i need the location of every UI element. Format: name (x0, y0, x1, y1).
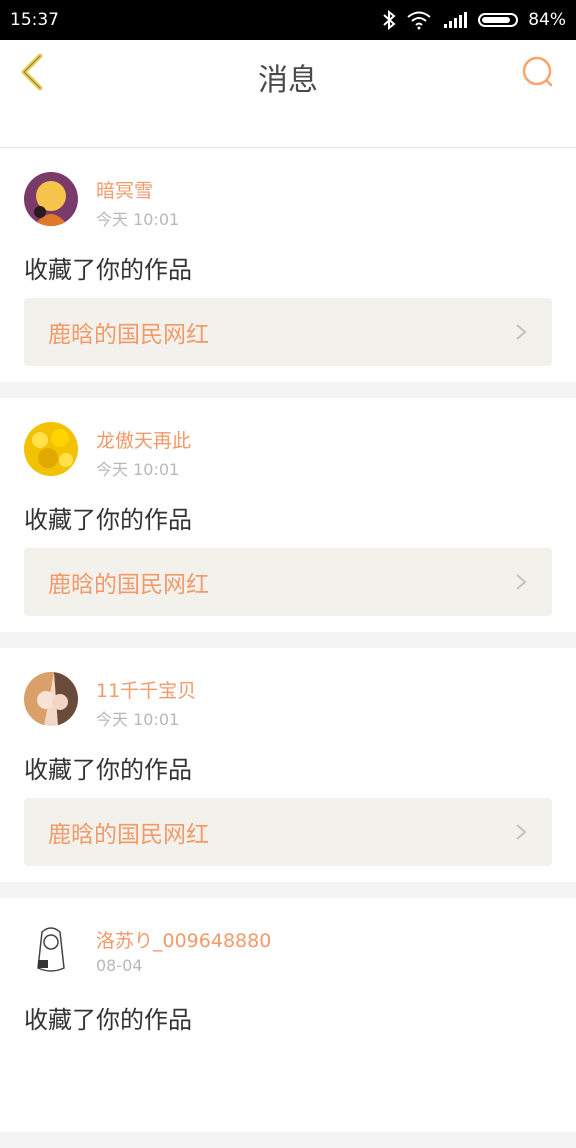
message-action: 收藏了你的作品 (24, 756, 192, 784)
avatar-image (24, 672, 78, 726)
chevron-right-icon (516, 824, 527, 840)
chevron-right-icon (516, 574, 527, 590)
message-time: 08-04 (96, 956, 143, 975)
battery-icon (478, 13, 519, 27)
status-icons: 84% (382, 10, 566, 30)
signal-icon (444, 12, 468, 28)
message-action: 收藏了你的作品 (24, 256, 192, 284)
sender-name[interactable]: 龙傲天再此 (96, 426, 191, 453)
page-title: 消息 (258, 63, 318, 98)
bluetooth-icon (383, 10, 396, 30)
avatar[interactable] (24, 172, 78, 226)
sender-name[interactable]: 洛苏り_009648880 (96, 926, 271, 953)
avatar[interactable] (24, 922, 78, 976)
avatar-image (24, 172, 78, 226)
work-title: 鹿晗的国民网红 (48, 572, 209, 598)
work-title: 鹿晗的国民网红 (48, 822, 209, 848)
avatar[interactable] (24, 422, 78, 476)
battery-level: 84% (528, 10, 566, 30)
message-time: 今天 10:01 (96, 210, 180, 229)
avatar-image (24, 422, 78, 476)
status-bar: 15:37 84% (0, 0, 576, 40)
message-time: 今天 10:01 (96, 710, 180, 729)
work-title: 鹿晗的国民网红 (48, 322, 209, 348)
search-icon (522, 56, 553, 87)
message-action: 收藏了你的作品 (24, 1006, 192, 1034)
avatar[interactable] (24, 672, 78, 726)
sender-name[interactable]: 11千千宝贝 (96, 676, 196, 703)
message-card: 暗冥雪 今天 10:01 收藏了你的作品 鹿晗的国民网红 (0, 148, 576, 382)
work-link[interactable]: 鹿晗的国民网红 (24, 798, 552, 866)
work-link[interactable]: 鹿晗的国民网红 (24, 298, 552, 366)
message-list: 暗冥雪 今天 10:01 收藏了你的作品 鹿晗的国民网红 龙傲天再此 今天 10… (0, 148, 576, 1148)
wifi-icon (407, 11, 431, 30)
message-action: 收藏了你的作品 (24, 506, 192, 534)
message-card: 龙傲天再此 今天 10:01 收藏了你的作品 鹿晗的国民网红 (0, 398, 576, 632)
message-card: 11千千宝贝 今天 10:01 收藏了你的作品 鹿晗的国民网红 (0, 648, 576, 882)
chevron-right-icon (516, 324, 527, 340)
avatar-image (24, 922, 78, 976)
status-time: 15:37 (10, 10, 59, 30)
work-link[interactable]: 鹿晗的国民网红 (24, 548, 552, 616)
message-time: 今天 10:01 (96, 460, 180, 479)
message-card: 洛苏り_009648880 08-04 收藏了你的作品 (0, 898, 576, 1132)
sender-name[interactable]: 暗冥雪 (96, 176, 153, 203)
search-button[interactable] (518, 52, 558, 92)
